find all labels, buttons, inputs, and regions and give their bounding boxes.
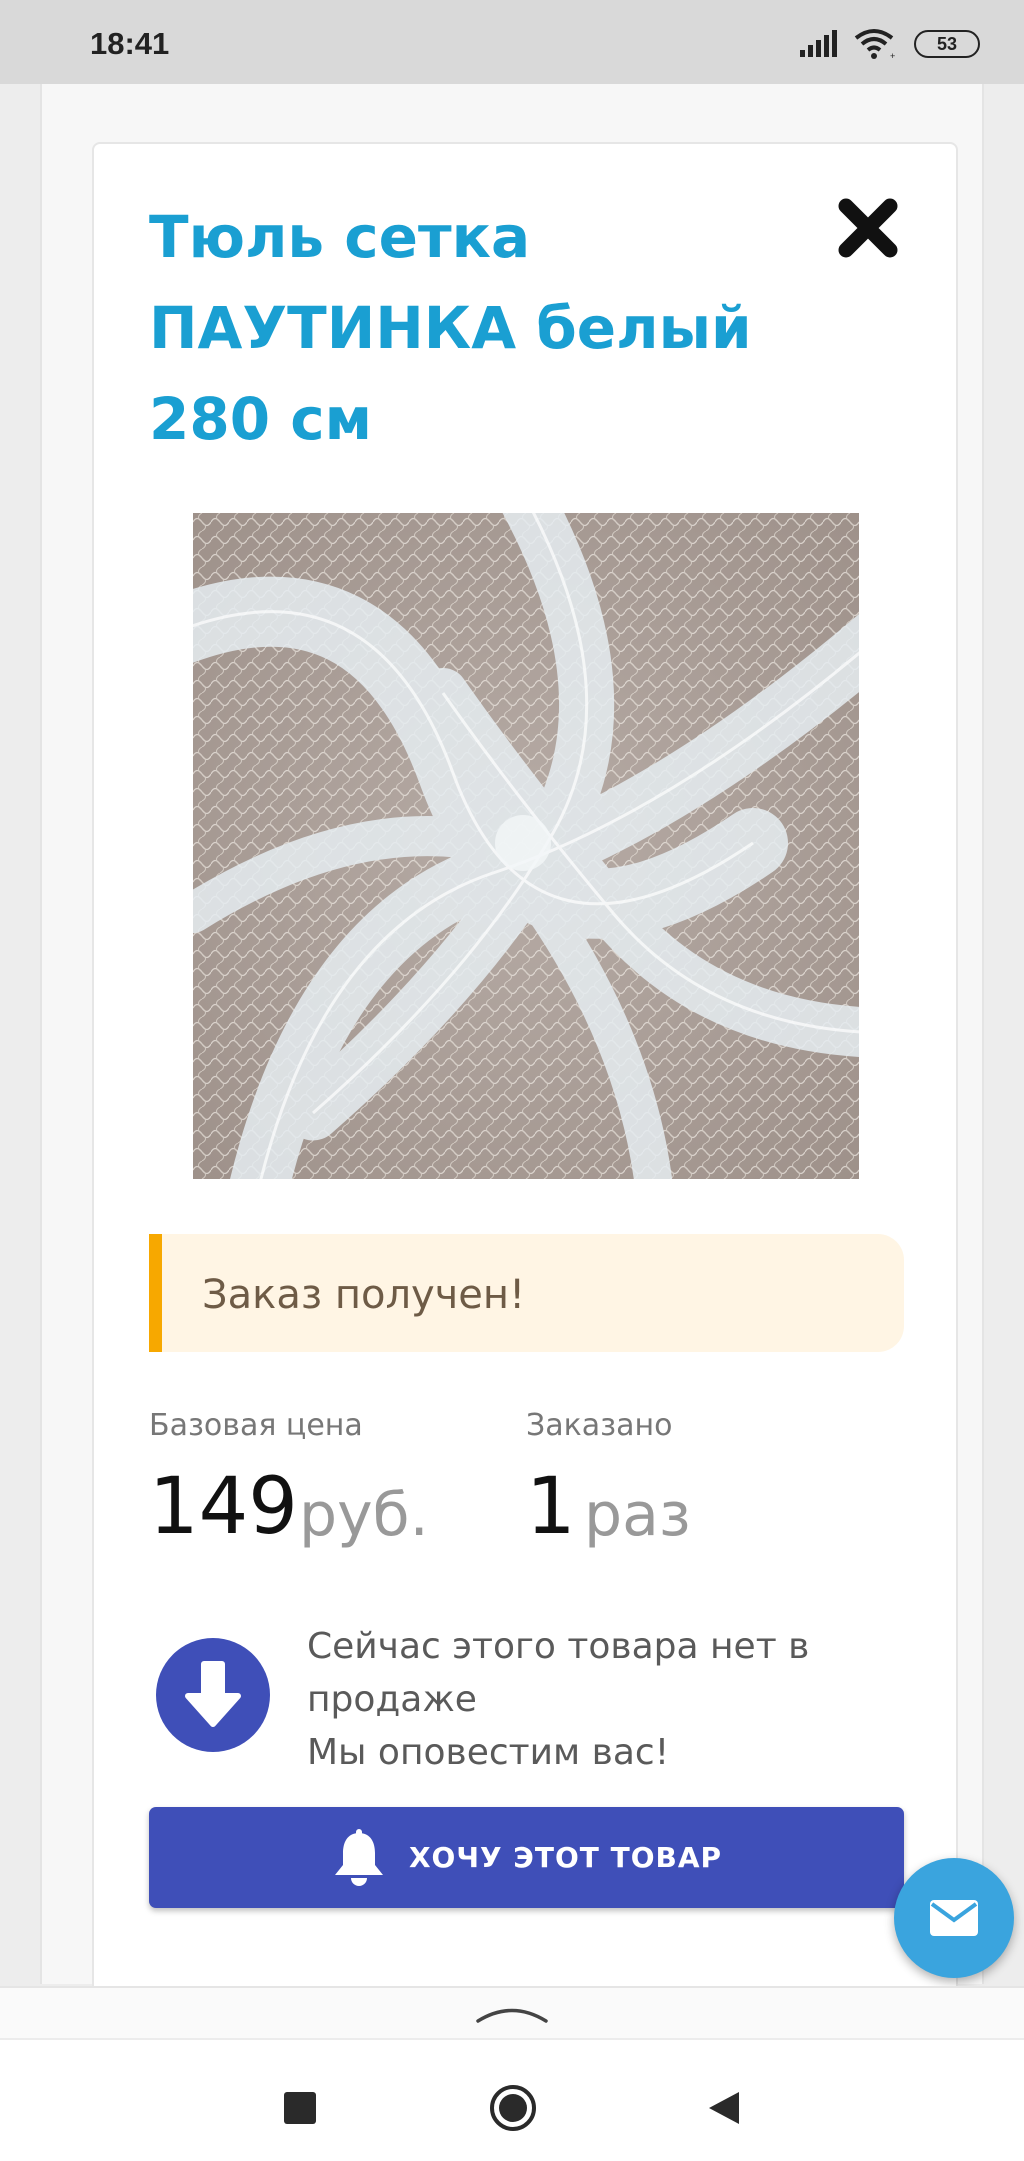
battery-icon: 53 — [914, 30, 980, 58]
back-triangle-icon — [709, 2092, 739, 2124]
chevron-up-icon — [476, 2008, 548, 2023]
browser-pull-handle[interactable] — [0, 1986, 1024, 2038]
home-circle-icon — [490, 2085, 536, 2131]
order-received-alert: Заказ получен! — [149, 1234, 904, 1352]
ordered-unit: раз — [584, 1480, 691, 1550]
base-price-unit: руб. — [299, 1480, 429, 1550]
out-of-stock-line: Сейчас этого товара нет в продаже — [307, 1626, 810, 1720]
close-icon — [838, 198, 898, 258]
envelope-icon — [930, 1900, 978, 1936]
status-time: 18:41 — [90, 26, 170, 61]
alert-text: Заказ получен! — [202, 1272, 526, 1318]
battery-level: 53 — [936, 33, 958, 54]
base-price-label: Базовая цена — [149, 1408, 363, 1443]
notify-promise-line: Мы оповестим вас! — [307, 1732, 670, 1773]
arrow-down-icon — [156, 1638, 270, 1752]
out-of-stock-message: Сейчас этого товара нет в продаже Мы опо… — [307, 1620, 867, 1779]
home-button[interactable] — [483, 2078, 543, 2138]
back-button[interactable] — [694, 2078, 754, 2138]
square-icon — [284, 2092, 316, 2124]
status-bar: 18:41 + 53 — [0, 0, 1024, 84]
recents-button[interactable] — [270, 2078, 330, 2138]
bell-icon — [334, 1828, 383, 1886]
ordered-label: Заказано — [526, 1408, 673, 1443]
signal-icon — [800, 30, 837, 57]
want-this-product-button[interactable]: ХОЧУ ЭТОТ ТОВАР — [149, 1807, 904, 1908]
system-nav-bar — [0, 2038, 1024, 2161]
status-icons: + 53 — [798, 28, 980, 60]
contact-mail-button[interactable] — [894, 1858, 1014, 1978]
product-image[interactable] — [193, 513, 859, 1179]
product-card: Тюль сетка ПАУТИНКА белый 280 см Заказ п… — [92, 142, 958, 2002]
ordered-value: 1 — [526, 1462, 576, 1552]
want-button-label: ХОЧУ ЭТОТ ТОВАР — [408, 1841, 723, 1874]
base-price-value: 149 — [149, 1462, 298, 1552]
close-button[interactable] — [838, 198, 898, 258]
product-title: Тюль сетка ПАУТИНКА белый 280 см — [149, 203, 752, 453]
svg-text:+: + — [890, 51, 895, 60]
wifi-icon: + — [854, 29, 895, 60]
tulle-fabric-photo — [193, 513, 859, 1179]
